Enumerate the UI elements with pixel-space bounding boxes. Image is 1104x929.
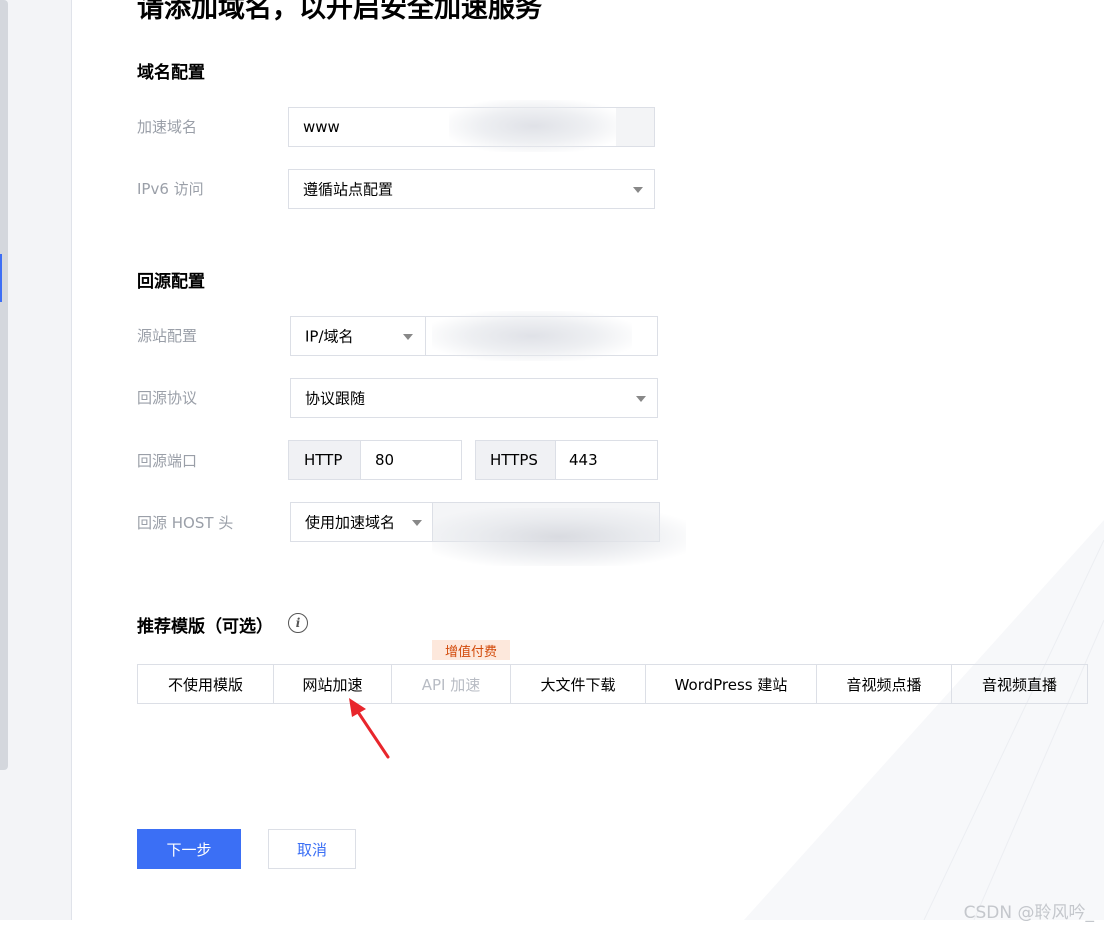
template-option-live[interactable]: 音视频直播	[952, 665, 1087, 703]
accel-domain-value: www	[303, 118, 340, 136]
template-option-none[interactable]: 不使用模版	[138, 665, 274, 703]
active-nav-marker	[0, 254, 2, 302]
origin-type-value: IP/域名	[305, 327, 354, 346]
http-port-input[interactable]: HTTP 80	[288, 440, 462, 480]
chevron-down-icon	[403, 334, 413, 340]
ipv6-select[interactable]: 遵循站点配置	[288, 169, 655, 209]
red-arrow-annotation	[349, 698, 390, 759]
origin-protocol-value: 协议跟随	[305, 389, 366, 408]
origin-protocol-select[interactable]: 协议跟随	[290, 378, 658, 418]
watermark: CSDN @聆风吟_	[963, 903, 1094, 923]
info-icon[interactable]: i	[288, 613, 308, 633]
scrollbar[interactable]	[0, 0, 8, 770]
https-addon-label: HTTPS	[490, 451, 538, 469]
https-addon: HTTPS	[476, 441, 556, 479]
redacted-blur	[432, 508, 686, 566]
redacted-blur	[449, 100, 619, 152]
redacted-blur	[432, 311, 632, 361]
input-suffix	[616, 108, 654, 146]
template-option-api[interactable]: API 加速	[392, 665, 511, 703]
origin-protocol-label: 回源协议	[137, 389, 198, 407]
origin-type-select[interactable]: IP/域名	[290, 316, 425, 356]
template-option-vod[interactable]: 音视频点播	[817, 665, 952, 703]
template-selector: 不使用模版 网站加速 API 加速 大文件下载 WordPress 建站 音视频…	[137, 664, 1088, 704]
template-option-wordpress[interactable]: WordPress 建站	[646, 665, 817, 703]
section-title-templates: 推荐模版（可选）	[137, 617, 273, 637]
paid-badge: 增值付费	[432, 640, 510, 660]
host-type-value: 使用加速域名	[305, 513, 396, 532]
origin-host-label: 回源 HOST 头	[137, 514, 234, 532]
page-title: 请添加域名，以开启安全加速服务	[137, 0, 542, 24]
chevron-down-icon	[412, 520, 422, 526]
host-type-select[interactable]: 使用加速域名	[290, 502, 432, 542]
section-title-domain-config: 域名配置	[137, 63, 205, 83]
cancel-button[interactable]: 取消	[268, 829, 356, 869]
http-port-value: 80	[375, 451, 395, 469]
origin-port-label: 回源端口	[137, 452, 198, 470]
section-title-origin-config: 回源配置	[137, 272, 205, 292]
chevron-down-icon	[633, 187, 643, 193]
origin-address-input[interactable]	[425, 311, 658, 361]
accel-domain-input[interactable]: www	[288, 100, 655, 152]
ipv6-value: 遵循站点配置	[303, 180, 394, 199]
template-option-large-file[interactable]: 大文件下载	[511, 665, 646, 703]
http-addon-label: HTTP	[304, 451, 343, 469]
http-addon: HTTP	[289, 441, 361, 479]
https-port-value: 443	[569, 451, 598, 469]
accel-domain-label: 加速域名	[137, 118, 198, 136]
left-sidebar	[0, 0, 72, 920]
ipv6-label: IPv6 访问	[137, 180, 204, 198]
chevron-down-icon	[636, 396, 646, 402]
next-step-button[interactable]: 下一步	[137, 829, 241, 869]
https-port-input[interactable]: HTTPS 443	[475, 440, 658, 480]
origin-site-label: 源站配置	[137, 327, 198, 345]
